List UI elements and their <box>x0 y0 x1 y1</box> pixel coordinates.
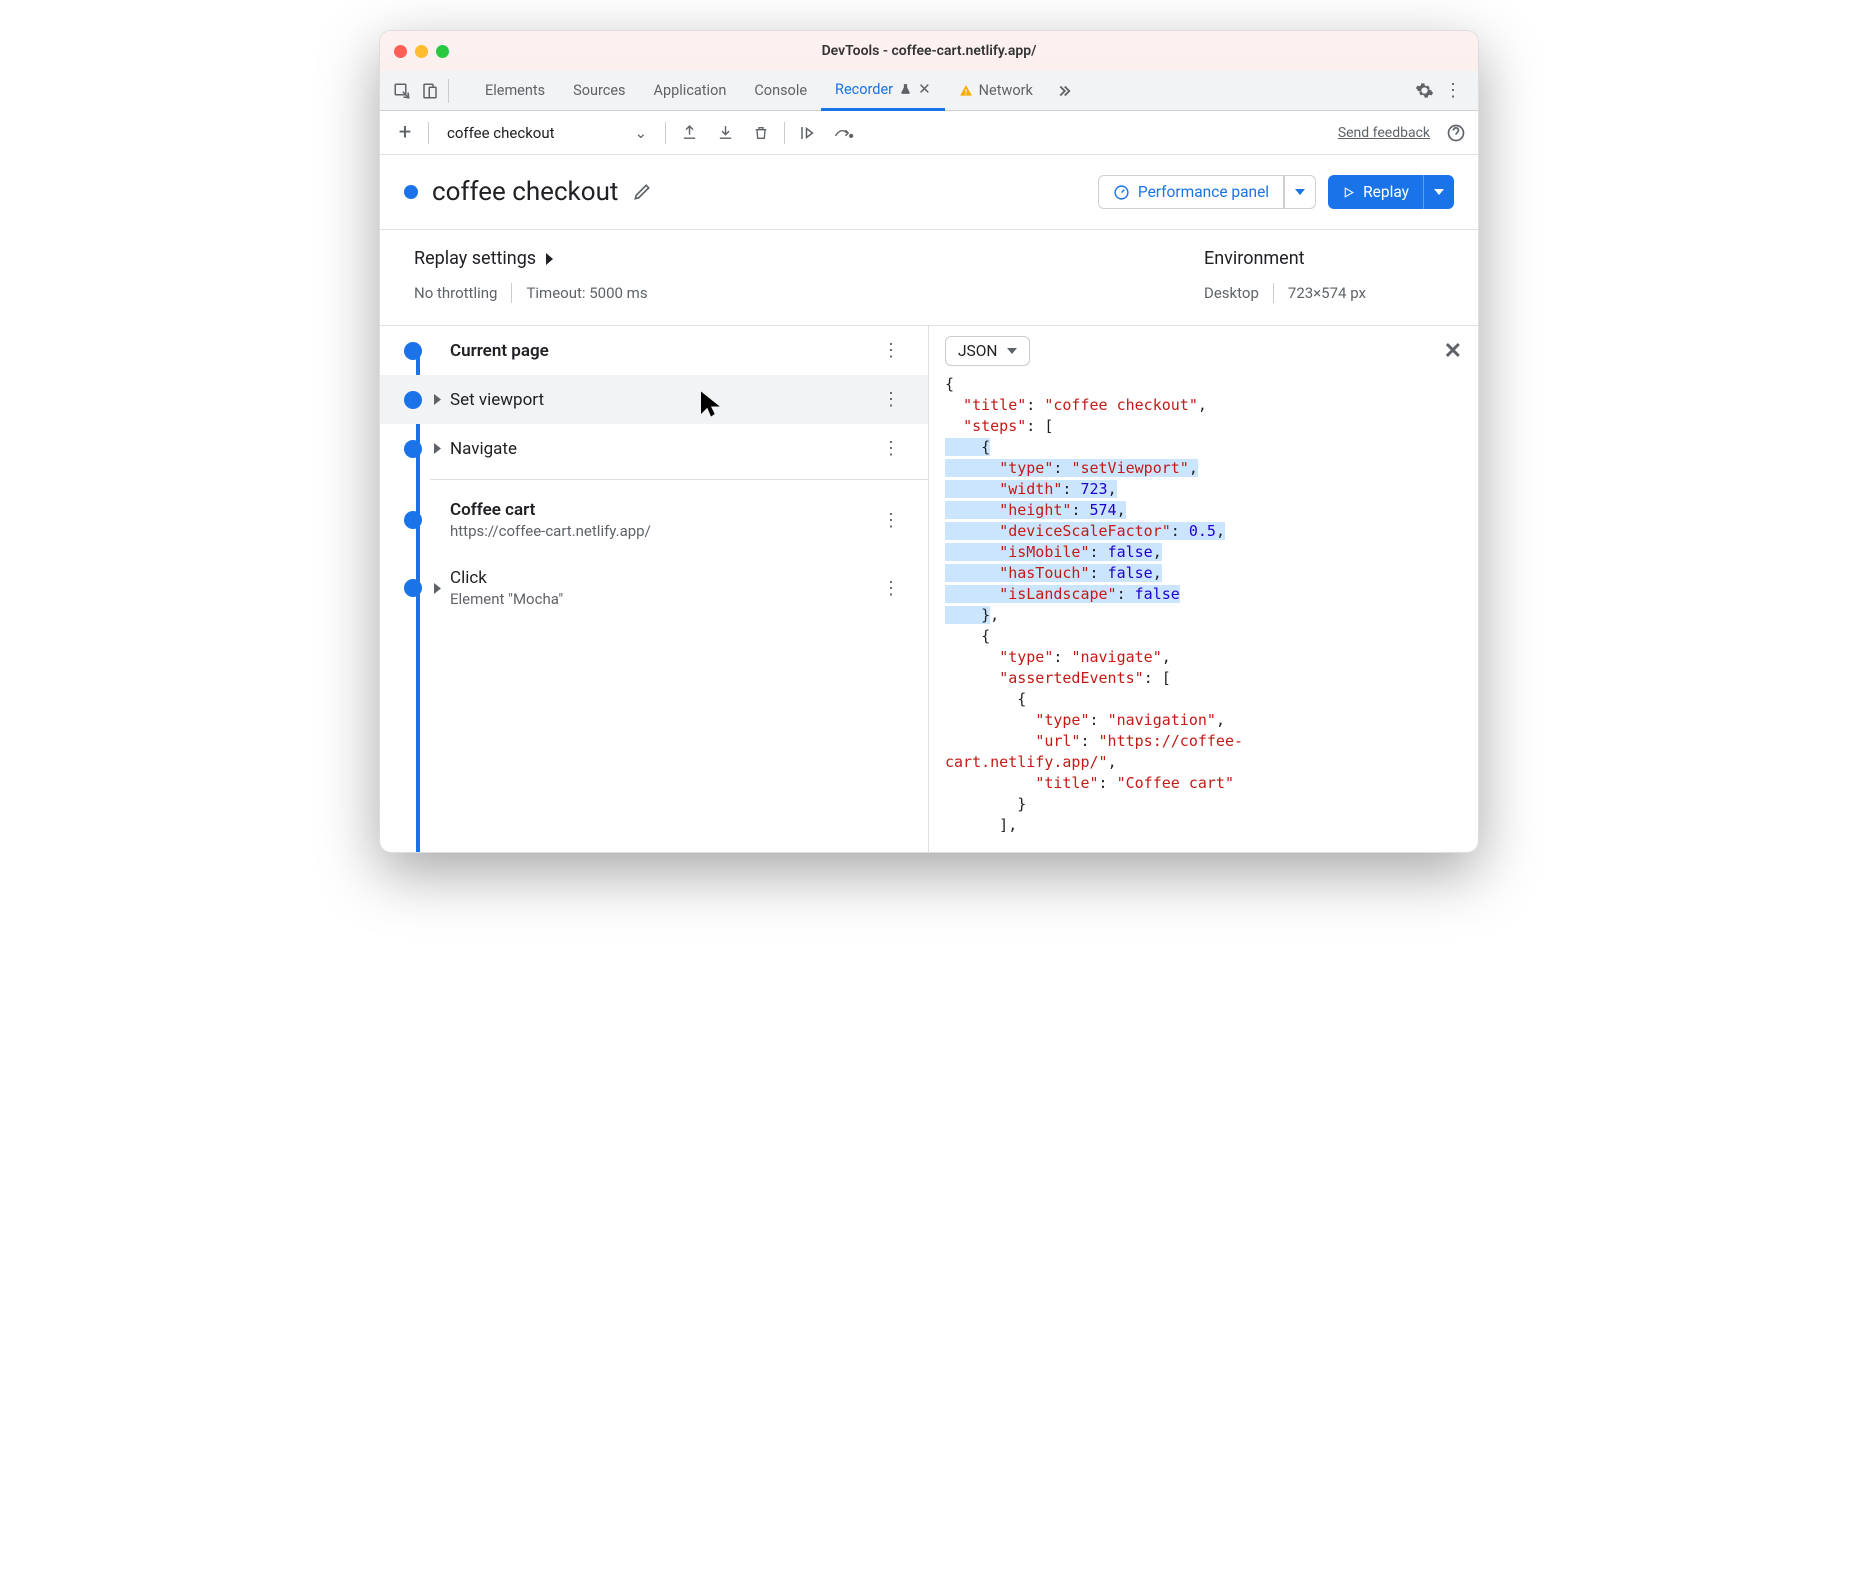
environment-dimensions: 723×574 px <box>1288 284 1366 302</box>
step-dot-icon <box>404 579 422 597</box>
step-subtitle: Element "Mocha" <box>450 590 874 608</box>
step-more-icon[interactable]: ⋮ <box>874 438 908 459</box>
flask-icon <box>899 83 912 96</box>
close-tab-icon[interactable]: ✕ <box>918 80 931 98</box>
code-panel: JSON ✕ { "title": "coffee checkout", "st… <box>929 326 1478 852</box>
tab-network-label: Network <box>979 82 1033 99</box>
import-icon[interactable] <box>712 120 738 146</box>
chevron-down-icon: ⌄ <box>635 124 648 142</box>
inspect-icon[interactable] <box>388 77 416 105</box>
replay-button-label: Replay <box>1363 183 1409 201</box>
performance-panel-dropdown[interactable] <box>1284 175 1316 209</box>
chevron-right-icon <box>434 583 442 594</box>
kebab-menu-icon[interactable]: ⋮ <box>1444 80 1462 101</box>
step-set-viewport[interactable]: Set viewport ⋮ <box>380 375 928 424</box>
step-title: Coffee cart <box>450 500 874 520</box>
tabs-bar: Elements Sources Application Console Rec… <box>380 71 1478 111</box>
chevron-right-icon <box>434 394 442 405</box>
main-content: Current page ⋮ Set viewport ⋮ Navigate ⋮ <box>380 326 1478 852</box>
step-title: Navigate <box>450 439 874 459</box>
step-title: Set viewport <box>450 390 874 410</box>
send-feedback-link[interactable]: Send feedback <box>1338 125 1430 141</box>
tab-application[interactable]: Application <box>640 71 741 111</box>
window-title: DevTools - coffee-cart.netlify.app/ <box>380 43 1478 59</box>
titlebar: DevTools - coffee-cart.netlify.app/ <box>380 31 1478 71</box>
chevron-right-icon <box>434 443 442 454</box>
edit-title-icon[interactable] <box>632 182 652 202</box>
step-over-icon[interactable] <box>795 120 821 146</box>
step-more-icon[interactable]: ⋮ <box>874 389 908 410</box>
step-dot-icon <box>404 342 422 360</box>
step-dot-icon <box>404 440 422 458</box>
gauge-icon <box>1113 184 1130 201</box>
environment-label: Environment <box>1204 248 1305 269</box>
play-icon <box>1342 186 1355 199</box>
performance-panel-label: Performance panel <box>1138 183 1269 201</box>
delete-icon[interactable] <box>748 120 774 146</box>
tab-sources[interactable]: Sources <box>559 71 639 111</box>
step-more-icon[interactable]: ⋮ <box>874 340 908 361</box>
devtools-window: DevTools - coffee-cart.netlify.app/ Elem… <box>379 30 1479 853</box>
add-recording-icon[interactable]: + <box>392 120 418 146</box>
recording-status-icon <box>404 185 418 199</box>
close-code-icon[interactable]: ✕ <box>1444 339 1462 364</box>
format-select-label: JSON <box>958 342 997 360</box>
tab-recorder-label: Recorder <box>835 81 893 98</box>
recording-header: coffee checkout Performance panel <box>380 155 1478 230</box>
step-dot-icon <box>404 511 422 529</box>
code-view[interactable]: { "title": "coffee checkout", "steps": [… <box>945 374 1462 836</box>
steps-timeline: Current page ⋮ Set viewport ⋮ Navigate ⋮ <box>380 326 929 852</box>
tab-network[interactable]: Network <box>945 71 1047 111</box>
help-icon[interactable] <box>1446 123 1466 143</box>
settings-gear-icon[interactable] <box>1415 81 1434 100</box>
step-icon[interactable] <box>831 120 857 146</box>
warning-icon <box>959 84 973 98</box>
replay-settings-toggle[interactable]: Replay settings <box>414 248 1204 269</box>
step-navigate[interactable]: Navigate ⋮ <box>380 424 928 473</box>
replay-settings-label: Replay settings <box>414 248 536 269</box>
chevron-down-icon <box>1007 347 1017 355</box>
step-click[interactable]: Click Element "Mocha" ⋮ <box>380 554 928 622</box>
device-toggle-icon[interactable] <box>416 77 444 105</box>
throttling-value: No throttling <box>414 284 497 302</box>
step-more-icon[interactable]: ⋮ <box>874 578 908 599</box>
recording-title: coffee checkout <box>432 177 618 207</box>
step-title: Current page <box>450 341 874 361</box>
timeline-separator <box>430 479 928 480</box>
tab-console[interactable]: Console <box>740 71 821 111</box>
step-more-icon[interactable]: ⋮ <box>874 510 908 531</box>
tab-recorder[interactable]: Recorder ✕ <box>821 71 945 111</box>
recording-select[interactable]: coffee checkout ⌄ <box>439 124 655 142</box>
export-icon[interactable] <box>676 120 702 146</box>
recorder-toolbar: + coffee checkout ⌄ Send feedback <box>380 111 1478 155</box>
tab-elements[interactable]: Elements <box>471 71 559 111</box>
step-title: Click <box>450 568 874 588</box>
environment-device: Desktop <box>1204 284 1259 302</box>
step-coffee-cart[interactable]: Coffee cart https://coffee-cart.netlify.… <box>380 486 928 554</box>
step-current-page[interactable]: Current page ⋮ <box>380 326 928 375</box>
settings-row: Replay settings No throttling Timeout: 5… <box>380 230 1478 326</box>
panel-tabs: Elements Sources Application Console Rec… <box>471 71 1415 111</box>
timeout-value: Timeout: 5000 ms <box>526 284 647 302</box>
replay-button[interactable]: Replay <box>1328 175 1423 209</box>
format-select[interactable]: JSON <box>945 336 1030 366</box>
tabs-overflow-icon[interactable] <box>1047 71 1081 111</box>
chevron-right-icon <box>544 253 554 265</box>
performance-panel-button[interactable]: Performance panel <box>1098 175 1284 209</box>
step-dot-icon <box>404 391 422 409</box>
replay-dropdown[interactable] <box>1423 175 1454 209</box>
step-subtitle: https://coffee-cart.netlify.app/ <box>450 522 874 540</box>
recording-select-label: coffee checkout <box>447 124 555 142</box>
